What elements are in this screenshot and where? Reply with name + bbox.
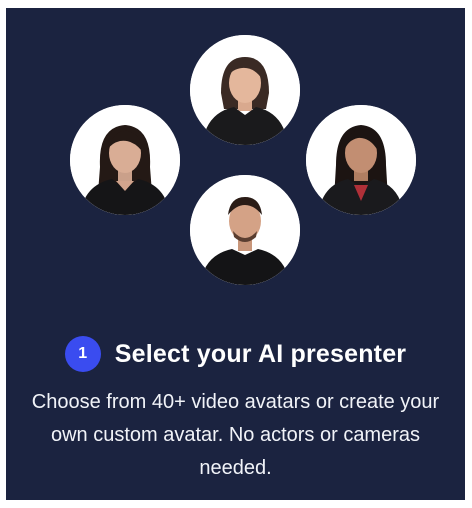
presenter-avatar-top bbox=[190, 35, 300, 145]
presenter-photo-icon bbox=[190, 175, 300, 285]
step-number-badge: 1 bbox=[64, 336, 101, 372]
presenter-photo-icon bbox=[190, 35, 300, 145]
step-heading: 1 Select your AI presenter bbox=[6, 336, 465, 372]
presenter-avatar-bottom bbox=[190, 175, 300, 285]
presenter-avatar-left bbox=[70, 105, 180, 215]
presenter-photo-icon bbox=[306, 105, 416, 215]
presenter-photo-icon bbox=[70, 105, 180, 215]
step-description: Choose from 40+ video avatars or create … bbox=[31, 391, 440, 479]
step-title: Select your AI presenter bbox=[114, 339, 407, 368]
presenter-avatar-right bbox=[306, 105, 416, 215]
feature-card: 1 Select your AI presenter Choose from 4… bbox=[6, 8, 465, 500]
